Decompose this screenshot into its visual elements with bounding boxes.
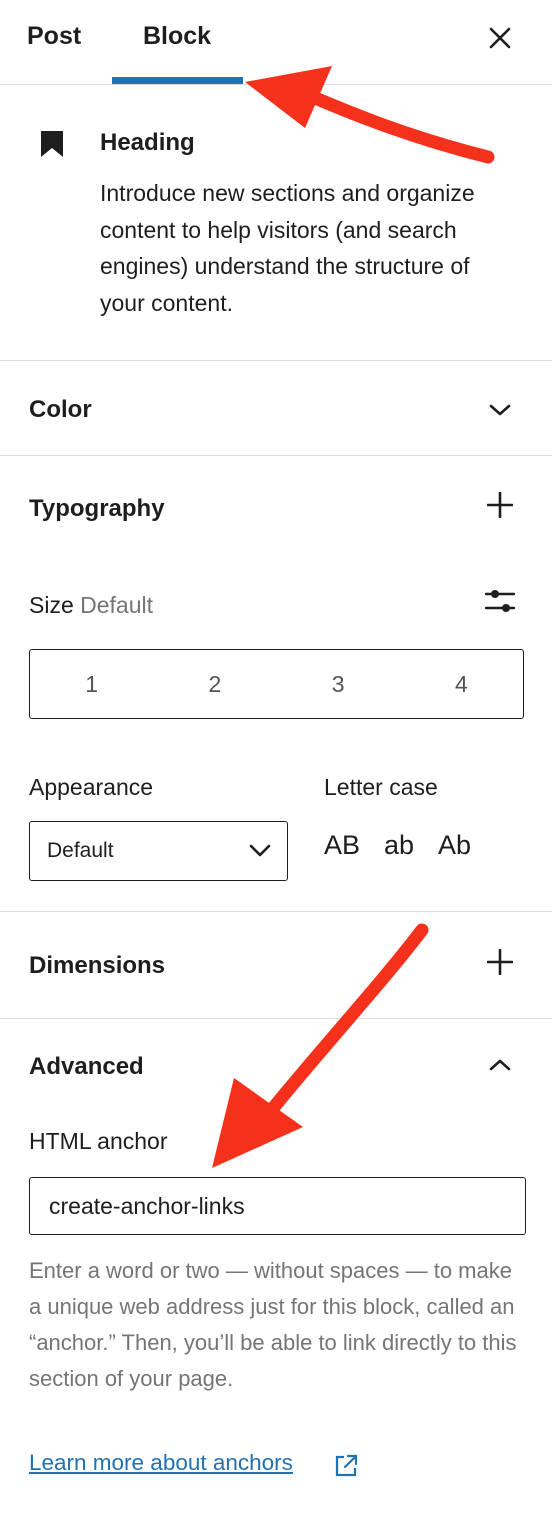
block-card: Heading Introduce new sections and organ… bbox=[0, 86, 552, 361]
font-size-picker: 1 2 3 4 bbox=[29, 649, 524, 719]
appearance-select-value: Default bbox=[47, 839, 114, 862]
letter-case-lowercase[interactable]: ab bbox=[384, 830, 414, 861]
advanced-panel-toggle[interactable] bbox=[484, 1049, 516, 1081]
typography-panel-title: Typography bbox=[29, 495, 165, 522]
typography-options-button[interactable] bbox=[484, 489, 516, 521]
html-anchor-input[interactable] bbox=[29, 1177, 526, 1235]
size-label: Size Default bbox=[29, 592, 153, 619]
font-size-option-1[interactable]: 1 bbox=[30, 650, 153, 718]
sidebar-tabs: Post Block bbox=[0, 0, 552, 85]
letter-case-label: Letter case bbox=[324, 774, 438, 800]
size-custom-toggle[interactable] bbox=[484, 585, 516, 617]
appearance-select[interactable]: Default bbox=[29, 821, 288, 881]
dimensions-options-button[interactable] bbox=[484, 946, 516, 978]
active-tab-indicator bbox=[112, 77, 243, 84]
font-size-option-4[interactable]: 4 bbox=[400, 650, 523, 718]
close-button[interactable] bbox=[485, 20, 515, 56]
chevron-down-icon bbox=[489, 404, 511, 416]
dimensions-panel-title: Dimensions bbox=[29, 952, 166, 979]
advanced-panel-title[interactable]: Advanced bbox=[29, 1053, 144, 1081]
plus-icon bbox=[487, 949, 513, 975]
dimensions-panel: Dimensions bbox=[0, 913, 552, 1019]
chevron-down-icon bbox=[249, 844, 271, 857]
plus-icon bbox=[487, 492, 513, 518]
font-size-option-3[interactable]: 3 bbox=[277, 650, 400, 718]
font-size-option-2[interactable]: 2 bbox=[153, 650, 276, 718]
size-value: Default bbox=[80, 592, 154, 618]
letter-case-uppercase[interactable]: AB bbox=[324, 830, 360, 861]
chevron-up-icon bbox=[489, 1059, 511, 1071]
block-title: Heading bbox=[100, 129, 195, 156]
settings-sliders-icon bbox=[484, 590, 516, 612]
tab-block[interactable]: Block bbox=[143, 22, 211, 51]
tab-post[interactable]: Post bbox=[27, 22, 81, 51]
block-description: Introduce new sections and organize cont… bbox=[100, 180, 475, 316]
color-panel-toggle[interactable] bbox=[484, 394, 516, 426]
html-anchor-label: HTML anchor bbox=[29, 1128, 168, 1154]
external-link-icon[interactable] bbox=[333, 1453, 359, 1479]
html-anchor-help: Enter a word or two — without spaces — t… bbox=[29, 1258, 517, 1391]
learn-more-anchors-link[interactable]: Learn more about anchors bbox=[29, 1450, 293, 1476]
size-label-text: Size bbox=[29, 592, 74, 618]
color-panel[interactable]: Color bbox=[0, 362, 552, 456]
color-panel-title: Color bbox=[29, 396, 92, 423]
appearance-label: Appearance bbox=[29, 774, 154, 800]
letter-case-capitalize[interactable]: Ab bbox=[438, 830, 471, 861]
bookmark-icon bbox=[41, 131, 63, 157]
close-icon bbox=[489, 27, 511, 49]
